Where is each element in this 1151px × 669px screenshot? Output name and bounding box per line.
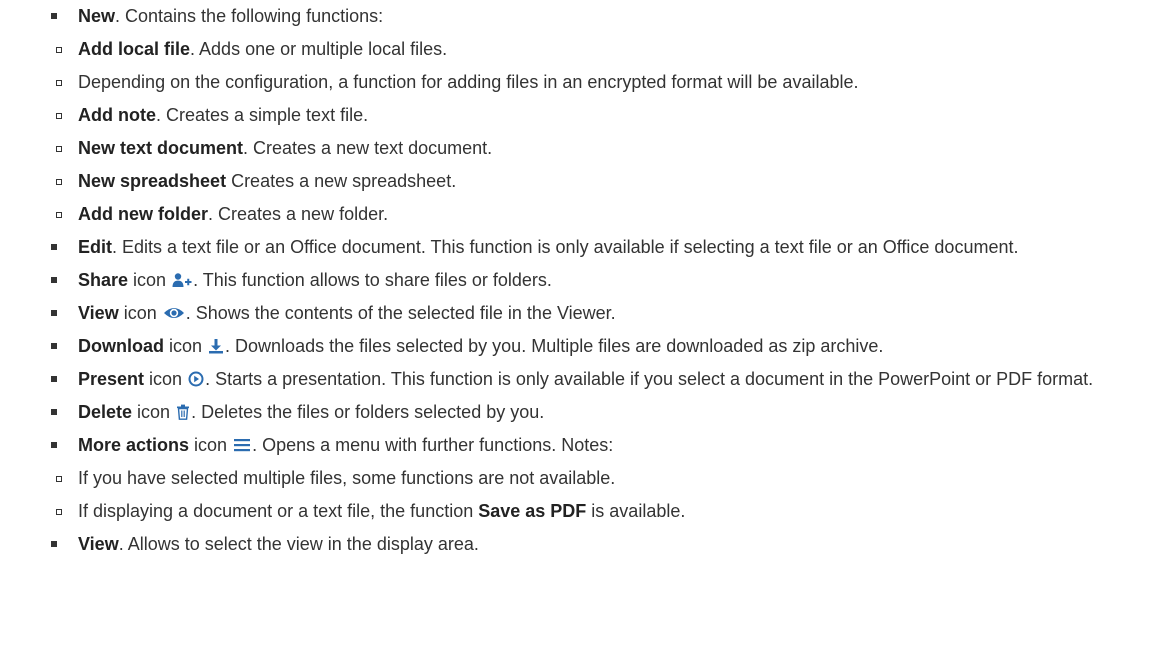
list-item-more-actions: More actions icon . Opens a menu with fu… — [0, 434, 1151, 523]
description: . Shows the contents of the selected fil… — [185, 303, 616, 323]
hamburger-menu-icon — [233, 437, 251, 453]
term-present: Present — [78, 369, 145, 389]
list-item-present: Present icon . Starts a presentation. Th… — [0, 368, 1151, 391]
term-save-as-pdf: Save as PDF — [478, 501, 587, 521]
term-view-mode: View — [78, 534, 119, 554]
description: . Starts a presentation. This function i… — [205, 369, 1094, 389]
term-view: View — [78, 303, 119, 323]
description: If displaying a document or a text file,… — [78, 501, 479, 521]
icon-word: icon — [128, 270, 172, 290]
description: If you have selected multiple files, som… — [78, 468, 616, 488]
list-item-new: New. Contains the following functions: A… — [0, 5, 1151, 226]
term-share: Share — [78, 270, 129, 290]
term-edit: Edit — [78, 237, 112, 257]
sub-item-multiple-files-note: If you have selected multiple files, som… — [0, 467, 1141, 490]
list-item-share: Share icon . This function allows to sha… — [0, 269, 1151, 292]
list-item-delete: Delete icon . Deletes the files or folde… — [0, 401, 1151, 424]
description: . Contains the following functions: — [115, 6, 384, 26]
icon-word: icon — [189, 435, 233, 455]
more-actions-notes-list: If you have selected multiple files, som… — [56, 467, 1141, 523]
icon-word: icon — [144, 369, 188, 389]
sub-item-add-local-file: Add local file. Adds one or multiple loc… — [0, 38, 1141, 61]
term-delete: Delete — [78, 402, 133, 422]
description: . Deletes the files or folders selected … — [191, 402, 545, 422]
term-more-actions: More actions — [78, 435, 190, 455]
term-download: Download — [78, 336, 164, 356]
play-circle-icon — [188, 371, 204, 387]
function-list: New. Contains the following functions: A… — [0, 5, 1151, 556]
download-icon — [208, 338, 224, 354]
description: . Downloads the files selected by you. M… — [225, 336, 884, 356]
description: Depending on the configuration, a functi… — [78, 72, 859, 92]
description: . Creates a simple text file. — [156, 105, 369, 125]
description: . Creates a new text document. — [243, 138, 493, 158]
bullet — [51, 13, 57, 19]
description: . This function allows to share files or… — [193, 270, 552, 290]
sub-item-save-as-pdf-note: If displaying a document or a text file,… — [0, 500, 1141, 523]
sub-item-new-spreadsheet: New spreadsheet Creates a new spreadshee… — [0, 170, 1141, 193]
new-submenu-list: Add local file. Adds one or multiple loc… — [56, 38, 1141, 226]
eye-icon — [163, 305, 185, 321]
description: . Creates a new folder. — [208, 204, 389, 224]
icon-word: icon — [132, 402, 176, 422]
function-list-document: New. Contains the following functions: A… — [0, 0, 1151, 556]
icon-word: icon — [118, 303, 162, 323]
term-add-note: Add note — [78, 105, 156, 125]
sub-item-add-note: Add note. Creates a simple text file. — [0, 104, 1141, 127]
sub-item-new-text-document: New text document. Creates a new text do… — [0, 137, 1141, 160]
term-add-local-file: Add local file — [78, 39, 191, 59]
description-after: is available. — [586, 501, 686, 521]
list-item-edit: Edit. Edits a text file or an Office doc… — [0, 236, 1151, 259]
term-add-new-folder: Add new folder — [78, 204, 208, 224]
description: . Opens a menu with further functions. N… — [252, 435, 614, 455]
sub-item-add-new-folder: Add new folder. Creates a new folder. — [0, 203, 1141, 226]
description: . Edits a text file or an Office documen… — [112, 237, 1019, 257]
trash-icon — [176, 404, 190, 420]
sub-item-encrypted-note: Depending on the configuration, a functi… — [0, 71, 1141, 94]
term-new-text-document: New text document — [78, 138, 244, 158]
list-item-download: Download icon . Downloads the files sele… — [0, 335, 1151, 358]
share-user-plus-icon — [172, 272, 192, 288]
description: Creates a new spreadsheet. — [226, 171, 457, 191]
description: . Adds one or multiple local files. — [190, 39, 448, 59]
list-item-view: View. Allows to select the view in the d… — [0, 533, 1151, 556]
list-item-view-icon: View icon . Shows the contents of the se… — [0, 302, 1151, 325]
description: . Allows to select the view in the displ… — [118, 534, 479, 554]
term-new: New — [78, 6, 116, 26]
term-new-spreadsheet: New spreadsheet — [78, 171, 227, 191]
icon-word: icon — [164, 336, 208, 356]
